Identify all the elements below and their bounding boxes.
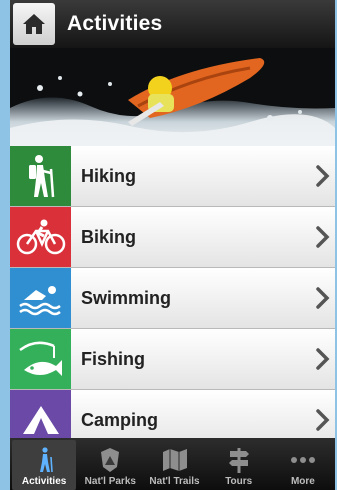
- list-item-label: Swimming: [81, 287, 172, 308]
- tent-icon: [22, 406, 59, 434]
- list-item-fishing[interactable]: Fishing: [10, 329, 335, 390]
- tab-label: Tours: [225, 476, 253, 487]
- list-item-label: Camping: [81, 409, 159, 430]
- chevron-right-icon: [316, 287, 330, 309]
- map-icon: [162, 449, 187, 471]
- list-item-label: Hiking: [81, 165, 137, 186]
- list-item-label: Biking: [81, 226, 137, 247]
- chevron-right-icon: [316, 165, 330, 187]
- tab-natl-parks[interactable]: Nat'l Parks: [78, 438, 142, 490]
- nav-header: Activities: [10, 0, 335, 48]
- list-item-label: Fishing: [81, 348, 145, 369]
- tab-natl-trails[interactable]: Nat'l Trails: [142, 438, 206, 490]
- tab-label: Nat'l Trails: [149, 476, 200, 487]
- home-icon: [23, 14, 45, 34]
- list-item-hiking[interactable]: Hiking: [10, 146, 335, 207]
- tab-label: Activities: [21, 476, 67, 487]
- chevron-right-icon: [316, 226, 330, 248]
- tile-swimming: [10, 268, 71, 328]
- more-dots-icon: [290, 457, 315, 463]
- fish-icon: [18, 341, 62, 376]
- tab-label: Nat'l Parks: [84, 476, 136, 487]
- home-button[interactable]: [13, 3, 55, 45]
- hero-image: [10, 48, 335, 146]
- activity-list: Hiking Biking Swimming Fishing Camping: [10, 146, 335, 451]
- tab-activities[interactable]: Activities: [12, 440, 77, 490]
- bicycle-icon: [16, 219, 65, 255]
- hiker-icon: [40, 447, 53, 473]
- tab-more[interactable]: More: [271, 438, 335, 490]
- chevron-right-icon: [316, 409, 330, 431]
- list-item-biking[interactable]: Biking: [10, 207, 335, 268]
- signpost-icon: [228, 448, 249, 473]
- tile-biking: [10, 207, 71, 267]
- page-title: Activities: [67, 12, 163, 35]
- tile-fishing: [10, 329, 71, 389]
- hiker-icon: [28, 155, 54, 198]
- chevron-right-icon: [316, 348, 330, 370]
- park-badge-icon: [101, 448, 120, 472]
- tile-hiking: [10, 146, 71, 206]
- tab-bar: Activities Nat'l Parks Nat'l Trails Tour…: [10, 438, 335, 490]
- tab-label: More: [290, 476, 315, 487]
- tab-tours[interactable]: Tours: [207, 438, 271, 490]
- swimmer-icon: [18, 286, 61, 316]
- app-screen: Activities Hiking Biking Swimming Fishin…: [10, 0, 335, 490]
- list-item-swimming[interactable]: Swimming: [10, 268, 335, 329]
